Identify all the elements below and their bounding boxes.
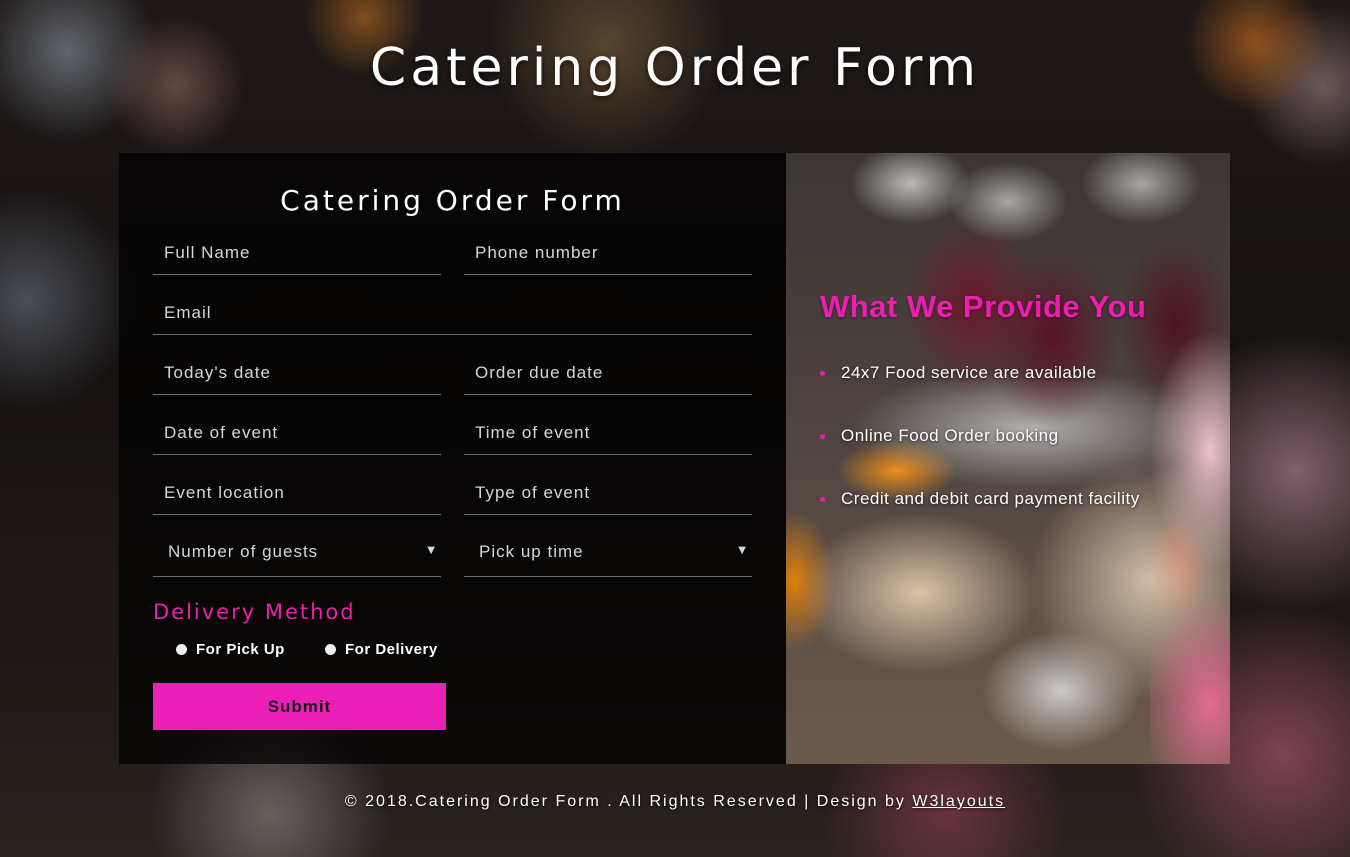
- event-location-input[interactable]: [153, 473, 441, 513]
- bullet-icon: [820, 497, 825, 502]
- provide-title: What We Provide You: [820, 289, 1147, 324]
- bullet-icon: [820, 434, 825, 439]
- order-due-date-input[interactable]: [464, 353, 752, 393]
- footer-text: © 2018.Catering Order Form . All Rights …: [344, 793, 906, 810]
- footer: © 2018.Catering Order Form . All Rights …: [0, 793, 1350, 811]
- type-of-event-field[interactable]: [464, 473, 752, 515]
- order-form-panel: Catering Order Form Number of guests ▼ P…: [119, 153, 786, 764]
- page-title: Catering Order Form: [369, 38, 981, 98]
- time-of-event-input[interactable]: [464, 413, 752, 453]
- radio-label: For Pick Up: [196, 641, 285, 658]
- order-due-date-field[interactable]: [464, 353, 752, 395]
- number-of-guests-select[interactable]: Number of guests ▼: [153, 534, 441, 577]
- todays-date-field[interactable]: [153, 353, 441, 395]
- date-of-event-input[interactable]: [153, 413, 441, 453]
- background-image: [1150, 313, 1230, 764]
- list-item: Online Food Order booking: [820, 426, 1140, 489]
- event-location-field[interactable]: [153, 473, 441, 515]
- list-item-text: Credit and debit card payment facility: [841, 489, 1140, 508]
- submit-button[interactable]: Submit: [153, 683, 446, 730]
- pick-up-time-label: Pick up time: [479, 542, 584, 561]
- full-name-input[interactable]: [153, 233, 441, 273]
- bullet-icon: [820, 371, 825, 376]
- caret-down-icon: ▼: [427, 545, 435, 556]
- caret-down-icon: ▼: [738, 545, 746, 556]
- phone-number-input[interactable]: [464, 233, 752, 273]
- footer-link[interactable]: W3layouts: [912, 793, 1005, 810]
- provide-list: 24x7 Food service are available Online F…: [820, 363, 1140, 552]
- date-of-event-field[interactable]: [153, 413, 441, 455]
- email-field[interactable]: [153, 293, 752, 335]
- form-title: Catering Order Form: [280, 184, 625, 217]
- type-of-event-input[interactable]: [464, 473, 752, 513]
- delivery-method-heading: Delivery Method: [153, 600, 356, 624]
- full-name-field[interactable]: [153, 233, 441, 275]
- todays-date-input[interactable]: [153, 353, 441, 393]
- email-input[interactable]: [153, 293, 752, 333]
- radio-icon[interactable]: [325, 644, 336, 655]
- radio-label: For Delivery: [345, 641, 438, 658]
- list-item: 24x7 Food service are available: [820, 363, 1140, 426]
- radio-for-delivery[interactable]: For Delivery: [325, 641, 438, 658]
- radio-icon[interactable]: [176, 644, 187, 655]
- radio-for-pick-up[interactable]: For Pick Up: [176, 641, 285, 658]
- number-of-guests-label: Number of guests: [168, 542, 319, 561]
- phone-number-field[interactable]: [464, 233, 752, 275]
- list-item: Credit and debit card payment facility: [820, 489, 1140, 552]
- pick-up-time-select[interactable]: Pick up time ▼: [464, 534, 752, 577]
- info-panel: What We Provide You 24x7 Food service ar…: [786, 153, 1230, 764]
- time-of-event-field[interactable]: [464, 413, 752, 455]
- list-item-text: Online Food Order booking: [841, 426, 1059, 445]
- list-item-text: 24x7 Food service are available: [841, 363, 1097, 382]
